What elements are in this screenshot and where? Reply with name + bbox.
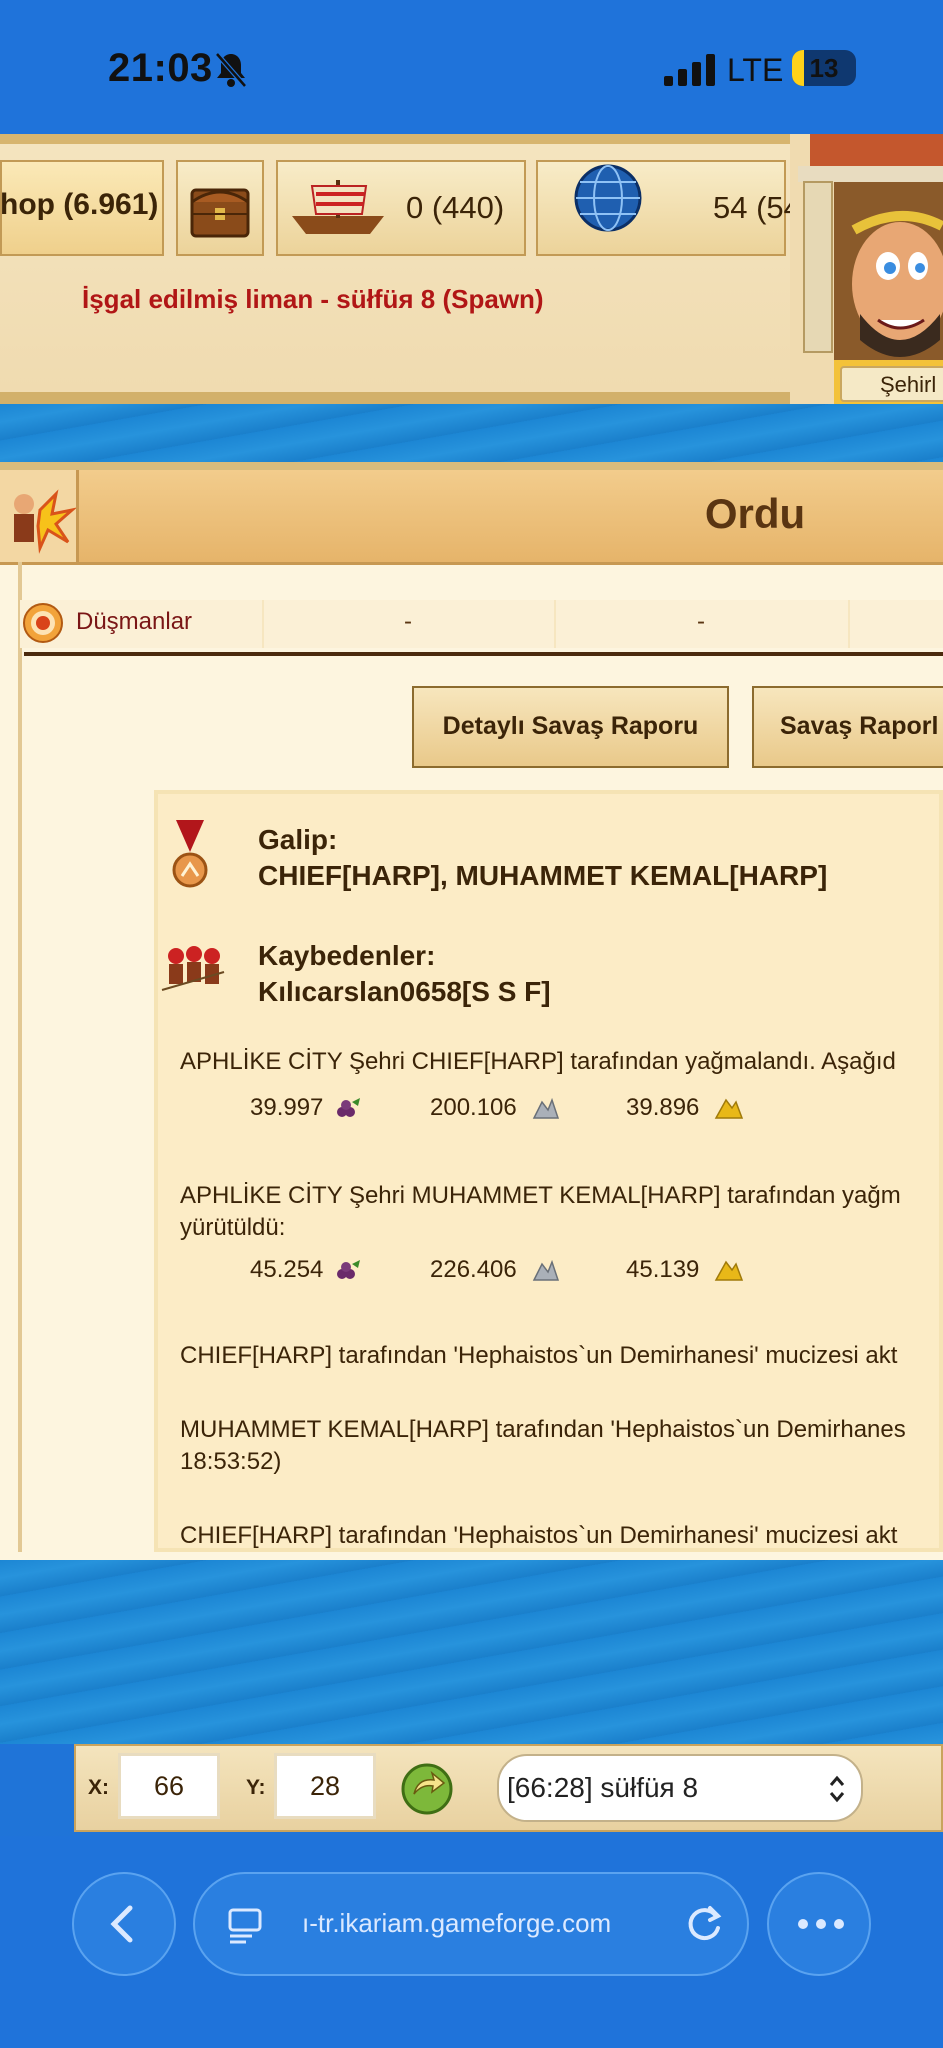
panel-title: Ordu <box>704 490 806 537</box>
signal-icon <box>664 54 720 91</box>
winner-heading: Galip: <box>258 824 338 855</box>
plunder-sulfur-amount: 45.139 <box>626 1256 700 1283</box>
winners-list: CHIEF[HARP], MUHAMMET KEMAL[HARP] <box>258 860 828 891</box>
miracle-message: CHIEF[HARP] tarafından 'Hephaistos`un De… <box>180 1522 898 1549</box>
marble-icon <box>532 1097 560 1119</box>
advisor-portrait-icon <box>790 134 943 404</box>
plunder-marble-amount: 200.106 <box>430 1094 517 1121</box>
treasure-chest-icon <box>190 188 250 238</box>
plunder-message: APHLİKE CİTY Şehri MUHAMMET KEMAL[HARP] … <box>180 1182 901 1209</box>
url-text: ı-tr.ikariam.gameforge.com <box>302 1908 612 1938</box>
table-divider <box>24 652 943 656</box>
battle-report: Galip: CHIEF[HARP], MUHAMMET KEMAL[HARP]… <box>154 790 943 1552</box>
plunder-message: APHLİKE CİTY Şehri CHIEF[HARP] tarafında… <box>180 1048 896 1075</box>
world-count: 54 (54 <box>713 190 801 225</box>
enemies-value: - <box>404 608 412 635</box>
island-select-value: [66:28] süłfüя 8 <box>507 1772 699 1803</box>
losers-soldiers-icon <box>160 942 226 999</box>
status-time: 21:03 <box>108 46 213 90</box>
shop-label: hop (6.961) <box>0 188 159 221</box>
losers-heading: Kaybedenler: <box>258 940 436 971</box>
warrior-icon <box>0 470 79 562</box>
losers-list: Kılıcarslan0658[S S F] <box>258 976 551 1007</box>
select-chevron-icon <box>829 1775 845 1803</box>
miracle-message: MUHAMMET KEMAL[HARP] tarafından 'Hephais… <box>180 1416 906 1443</box>
page-info-icon[interactable] <box>226 1904 266 1944</box>
island-select[interactable]: [66:28] süłfüя 8 <box>497 1754 863 1822</box>
ship-icon <box>292 180 384 234</box>
reload-icon[interactable] <box>682 1902 726 1946</box>
bell-muted-icon <box>214 50 248 95</box>
go-arrow-icon <box>401 1763 453 1815</box>
detailed-battle-report-button[interactable]: Detaylı Savaş Raporu <box>412 686 729 768</box>
plunder-message-cont: yürütüldü: <box>180 1214 286 1241</box>
enemies-value: - <box>697 608 705 635</box>
miracle-message-cont: 18:53:52) <box>180 1448 282 1475</box>
chevron-left-icon <box>110 1905 133 1943</box>
enemies-label: Düşmanlar <box>76 608 193 635</box>
back-button[interactable] <box>72 1872 176 1976</box>
plunder-wine-amount: 39.997 <box>250 1094 324 1121</box>
sea-background-bottom <box>0 1560 943 1744</box>
advisor-label: Şehirl <box>840 366 943 402</box>
enemy-target-icon <box>22 602 64 649</box>
winner-medal-icon <box>168 820 212 899</box>
sulfur-icon <box>714 1260 744 1281</box>
sulfur-icon <box>714 1098 744 1119</box>
table-cell <box>850 600 943 648</box>
plunder-sulfur-amount: 39.896 <box>626 1094 700 1121</box>
battery-level: 13 <box>809 53 839 83</box>
network-type: LTE <box>727 52 784 88</box>
y-coordinate-input[interactable]: 28 <box>274 1753 376 1819</box>
marble-icon <box>532 1259 560 1281</box>
more-dots-icon <box>798 1919 844 1929</box>
more-menu-button[interactable] <box>767 1872 871 1976</box>
battle-report-button[interactable]: Savaş Raporl <box>752 686 943 768</box>
plunder-wine-amount: 45.254 <box>250 1256 324 1283</box>
go-to-coordinates-button[interactable] <box>400 1762 454 1821</box>
treasure-chest-button[interactable] <box>176 160 264 256</box>
city-advisor-button[interactable] <box>790 134 943 404</box>
y-label: Y: <box>246 1776 266 1799</box>
plunder-marble-amount: 226.406 <box>430 1256 517 1283</box>
panel-border-left <box>18 562 22 1552</box>
wine-grapes-icon <box>337 1098 360 1117</box>
occupied-port-link[interactable]: İşgal edilmiş liman - süłfüя 8 (Spawn) <box>82 284 544 315</box>
battery-icon: 13 <box>792 50 856 86</box>
x-label: X: <box>88 1776 109 1799</box>
globe-icon <box>574 164 642 232</box>
ship-count: 0 (440) <box>406 190 505 225</box>
wine-grapes-icon <box>337 1260 360 1279</box>
sea-background-top <box>0 404 943 462</box>
miracle-message: CHIEF[HARP] tarafından 'Hephaistos`un De… <box>180 1342 898 1369</box>
x-coordinate-input[interactable]: 66 <box>118 1753 220 1819</box>
